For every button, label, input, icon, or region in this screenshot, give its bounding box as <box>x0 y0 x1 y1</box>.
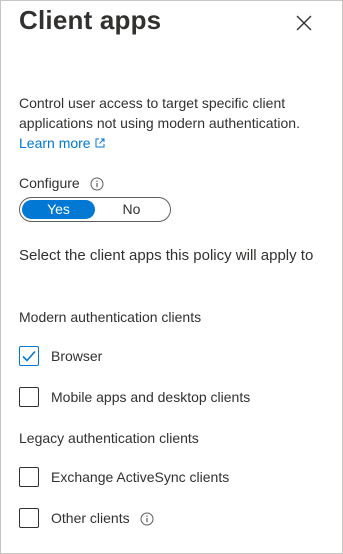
learn-more-link[interactable]: Learn more <box>19 135 106 151</box>
client-apps-panel: Client apps Control user access to targe… <box>0 0 343 554</box>
configure-label: Configure <box>19 175 80 191</box>
external-link-icon <box>94 134 106 154</box>
description: Control user access to target specific c… <box>19 93 319 154</box>
legacy-auth-section-label: Legacy authentication clients <box>19 430 199 446</box>
other-clients-label: Other clients <box>51 510 130 526</box>
page-title: Client apps <box>19 5 162 35</box>
modern-auth-section-label: Modern authentication clients <box>19 309 202 325</box>
learn-more-label: Learn more <box>19 135 91 151</box>
browser-checkbox[interactable] <box>19 346 39 366</box>
info-icon[interactable] <box>140 511 154 526</box>
configure-row: Configure <box>19 173 104 193</box>
checkmark-icon <box>22 350 36 362</box>
other-clients-checkbox[interactable] <box>19 508 39 528</box>
toggle-yes-option[interactable]: Yes <box>22 200 95 219</box>
configure-toggle[interactable]: Yes No <box>19 197 171 222</box>
exchange-activesync-checkbox[interactable] <box>19 467 39 487</box>
browser-checkbox-row[interactable]: Browser <box>19 346 102 366</box>
exchange-activesync-label: Exchange ActiveSync clients <box>51 469 230 485</box>
mobile-desktop-label: Mobile apps and desktop clients <box>51 389 251 405</box>
panel-header: Client apps <box>1 1 342 49</box>
mobile-desktop-checkbox-row[interactable]: Mobile apps and desktop clients <box>19 387 250 407</box>
close-button[interactable] <box>294 13 314 33</box>
exchange-activesync-checkbox-row[interactable]: Exchange ActiveSync clients <box>19 467 229 487</box>
mobile-desktop-checkbox[interactable] <box>19 387 39 407</box>
close-icon <box>296 15 312 31</box>
other-clients-checkbox-row[interactable]: Other clients <box>19 508 154 528</box>
browser-label: Browser <box>51 348 103 364</box>
info-icon[interactable] <box>90 176 104 191</box>
select-instructions: Select the client apps this policy will … <box>19 247 314 264</box>
description-text: Control user access to target specific c… <box>19 95 300 131</box>
toggle-no-option[interactable]: No <box>95 200 168 219</box>
